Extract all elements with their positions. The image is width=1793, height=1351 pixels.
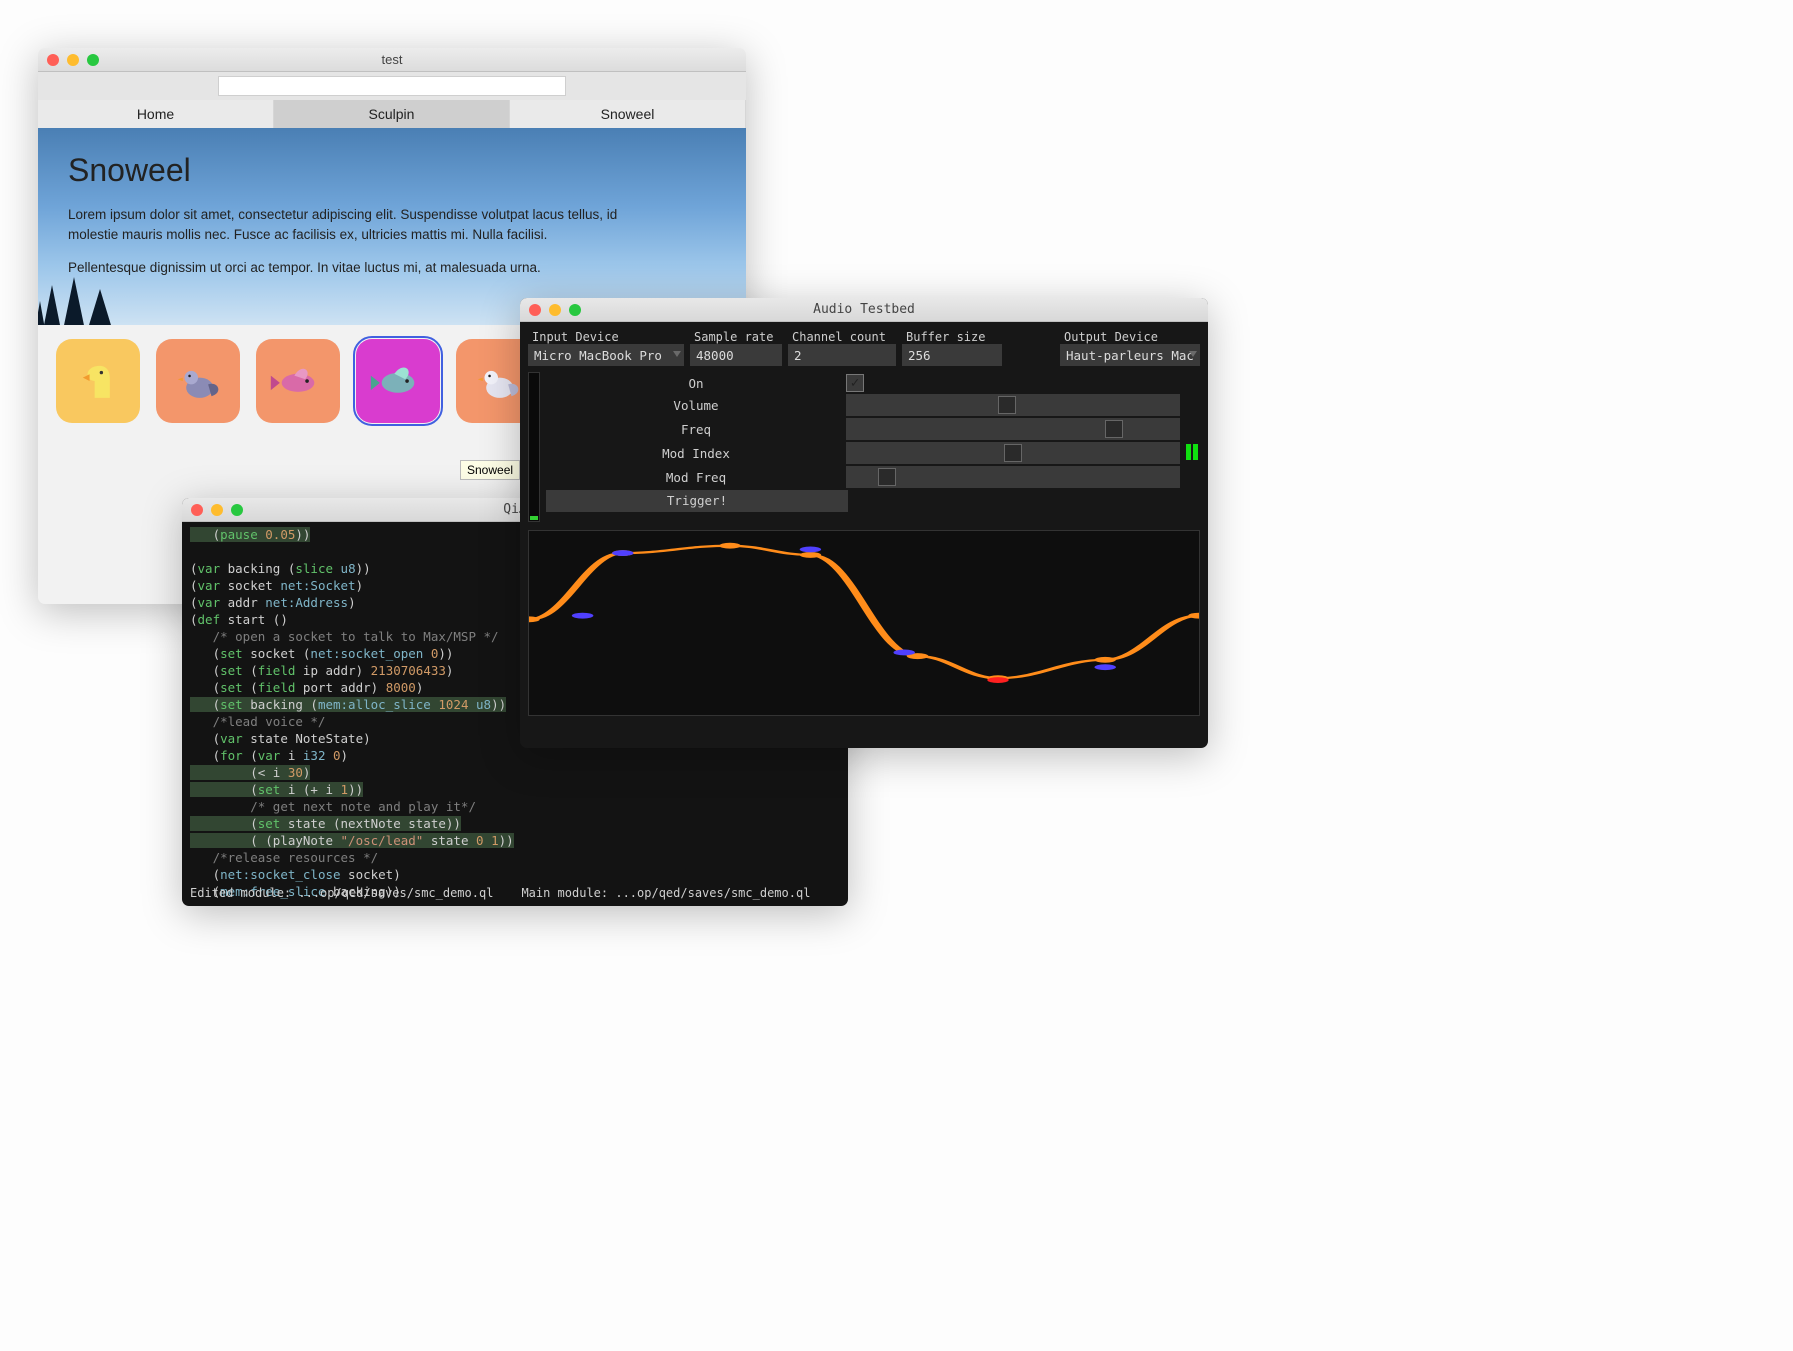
buffer-size-input[interactable]: 256 [902, 344, 1002, 366]
nav-tabs: Home Sculpin Snoweel [38, 100, 746, 128]
tab-snoweel[interactable]: Snoweel [510, 100, 746, 128]
url-bar [38, 72, 746, 100]
tab-sculpin[interactable]: Sculpin [274, 100, 510, 128]
output-device-select[interactable]: Haut-parleurs Mac [1060, 344, 1200, 366]
close-icon[interactable] [529, 304, 541, 316]
volume-slider[interactable] [846, 394, 1180, 416]
freq-slider[interactable] [846, 418, 1180, 440]
thumbnail-card[interactable] [256, 339, 340, 423]
thumbnail-card[interactable] [156, 339, 240, 423]
browser-titlebar[interactable]: test [38, 48, 746, 72]
status-main: Main module: ...op/qed/saves/smc_demo.ql [521, 886, 810, 900]
hero-heading: Snoweel [68, 152, 716, 189]
sample-rate-input[interactable]: 48000 [690, 344, 782, 366]
buffer-size-label: Buffer size [902, 330, 1002, 344]
freq-label: Freq [546, 422, 846, 437]
audio-titlebar[interactable]: Audio Testbed [520, 298, 1208, 322]
status-bar: Edited module: ...op/qed/saves/smc_demo.… [190, 886, 840, 900]
on-checkbox[interactable]: ✓ [846, 374, 864, 392]
close-icon[interactable] [191, 504, 203, 516]
maximize-icon[interactable] [231, 504, 243, 516]
minimize-icon[interactable] [211, 504, 223, 516]
maximize-icon[interactable] [87, 54, 99, 66]
input-meter [528, 372, 540, 522]
modindex-label: Mod Index [546, 446, 846, 461]
modfreq-slider[interactable] [846, 466, 1180, 488]
trees-decoration [38, 255, 174, 325]
modfreq-label: Mod Freq [546, 470, 846, 485]
output-meter [1186, 372, 1200, 522]
minimize-icon[interactable] [67, 54, 79, 66]
on-label: On [546, 376, 846, 391]
hero-paragraph-1: Lorem ipsum dolor sit amet, consectetur … [68, 205, 648, 246]
device-row: Input Device Micro MacBook Pro Sample ra… [528, 330, 1200, 366]
url-input[interactable] [218, 76, 566, 96]
minimize-icon[interactable] [549, 304, 561, 316]
trigger-button[interactable]: Trigger! [546, 490, 848, 512]
input-device-label: Input Device [528, 330, 684, 344]
status-edited: Edited module: ...op/qed/saves/smc_demo.… [190, 886, 493, 900]
tab-home[interactable]: Home [38, 100, 274, 128]
card-tooltip: Snoweel [460, 460, 520, 480]
hero-section: Snoweel Lorem ipsum dolor sit amet, cons… [38, 128, 746, 325]
channel-count-label: Channel count [788, 330, 896, 344]
thumbnail-card[interactable] [56, 339, 140, 423]
input-device-select[interactable]: Micro MacBook Pro [528, 344, 684, 366]
curve-editor[interactable] [528, 530, 1200, 716]
browser-title: test [38, 52, 746, 67]
output-device-label: Output Device [1060, 330, 1200, 344]
audio-title: Audio Testbed [520, 302, 1208, 317]
close-icon[interactable] [47, 54, 59, 66]
chevron-down-icon [673, 351, 681, 357]
thumbnail-card[interactable] [356, 339, 440, 423]
audio-window: Audio Testbed Input Device Micro MacBook… [520, 298, 1208, 748]
maximize-icon[interactable] [569, 304, 581, 316]
controls-panel: On ✓ Volume Freq Mod Index Mod Freq Trig… [546, 372, 1180, 522]
modindex-slider[interactable] [846, 442, 1180, 464]
channel-count-input[interactable]: 2 [788, 344, 896, 366]
volume-label: Volume [546, 398, 846, 413]
chevron-down-icon [1189, 351, 1197, 357]
sample-rate-label: Sample rate [690, 330, 782, 344]
